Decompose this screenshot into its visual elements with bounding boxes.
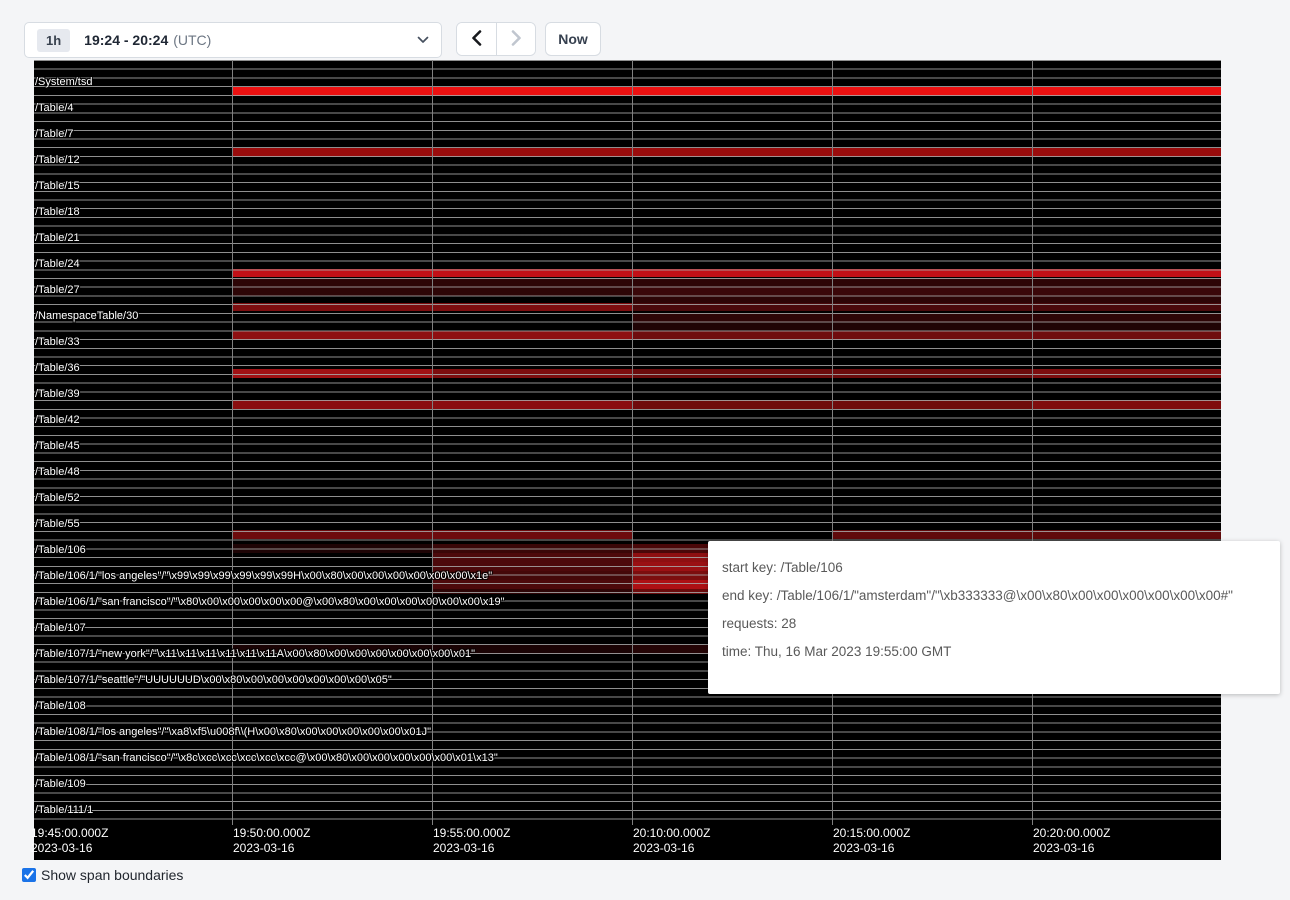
row-label: /Table/55 [35, 518, 80, 530]
heatmap-band [632, 322, 1221, 331]
time-nav-group [456, 22, 536, 56]
time-gridline [832, 60, 833, 825]
tooltip-start-key: start key: /Table/106 [722, 560, 1266, 575]
heatmap-band [632, 303, 1221, 311]
x-axis-label: 19:55:00.000Z2023-03-16 [433, 826, 510, 856]
heatmap-band [432, 369, 632, 378]
row-label: /NamespaceTable/30 [35, 310, 138, 322]
span-tooltip: start key: /Table/106 end key: /Table/10… [708, 541, 1280, 694]
toolbar: 1h 19:24 - 20:24 (UTC) Now [0, 0, 1290, 60]
show-span-boundaries-label: Show span boundaries [41, 867, 183, 883]
row-label: /Table/111/1 [35, 804, 93, 816]
x-axis-label: 20:10:00.000Z2023-03-16 [633, 826, 710, 856]
x-axis-label: 20:20:00.000Z2023-03-16 [1033, 826, 1110, 856]
x-axis-label: 20:15:00.000Z2023-03-16 [833, 826, 910, 856]
row-label: /Table/7 [35, 128, 74, 140]
heatmap-band [632, 296, 1221, 303]
now-button[interactable]: Now [545, 22, 601, 56]
show-span-boundaries-checkbox[interactable] [22, 868, 36, 882]
row-label: /Table/52 [35, 492, 80, 504]
heatmap-band [232, 369, 432, 378]
row-label: /Table/42 [35, 414, 80, 426]
row-label: /System/tsd [35, 76, 92, 88]
chevron-left-icon [471, 30, 482, 49]
timezone-label: (UTC) [173, 32, 211, 48]
row-label: /Table/106/1/"san francisco"/"\x80\x00\x… [35, 596, 505, 608]
x-axis-label: 19:50:00.000Z2023-03-16 [233, 826, 310, 856]
time-gridline [432, 60, 433, 825]
row-label: /Table/108/1/"san francisco"/"\x8c\xcc\x… [35, 752, 498, 764]
row-label: /Table/107/1/"seattle"/"UUUUUUD\x00\x80\… [35, 674, 392, 686]
heatmap-band [232, 544, 432, 553]
chevron-right-icon [511, 30, 522, 49]
tooltip-end-key: end key: /Table/106/1/"amsterdam"/"\xb33… [722, 588, 1266, 603]
row-label: /Table/48 [35, 466, 80, 478]
row-label: /Table/21 [35, 232, 80, 244]
row-label: /Table/18 [35, 206, 80, 218]
heatmap-band [232, 278, 1221, 287]
heatmap-band [432, 553, 632, 562]
row-label: /Table/106 [35, 544, 86, 556]
row-label: /Table/107 [35, 622, 86, 634]
heatmap-band [1032, 400, 1221, 409]
chevron-down-icon [417, 36, 429, 44]
next-time-button[interactable] [496, 23, 535, 55]
row-label: /Table/33 [35, 336, 80, 348]
heatmap-band [632, 287, 1221, 296]
heatmap-band [1032, 369, 1221, 378]
row-label: /Table/108/1/"los angeles"/"\xa8\xf5\u00… [35, 726, 431, 738]
heatmap-band [432, 589, 632, 594]
time-gridline [1032, 60, 1033, 825]
footer: Show span boundaries [22, 867, 183, 883]
row-label: /Table/15 [35, 180, 80, 192]
row-label: /Table/109 [35, 778, 86, 790]
heatmap-band [632, 331, 1221, 340]
row-label: /Table/107/1/"new york"/"\x11\x11\x11\x1… [35, 648, 475, 660]
time-range-select[interactable]: 1h 19:24 - 20:24 (UTC) [24, 22, 442, 58]
heatmap-band [832, 530, 1221, 539]
row-label: /Table/45 [35, 440, 80, 452]
row-label: /Table/106/1/"los angeles"/"\x99\x99\x99… [35, 570, 492, 582]
heatmap-plot: /System/tsd/Table/4/Table/7/Table/12/Tab… [34, 60, 1221, 825]
tooltip-time: time: Thu, 16 Mar 2023 19:55:00 GMT [722, 644, 1266, 659]
row-label: /Table/24 [35, 258, 80, 270]
row-label: /Table/4 [35, 102, 74, 114]
heatmap-band [232, 148, 1221, 157]
prev-time-button[interactable] [457, 23, 496, 55]
tooltip-requests: requests: 28 [722, 616, 1266, 631]
span-boundary-lines [34, 60, 1221, 825]
heatmap-band [432, 544, 632, 553]
time-gridline [632, 60, 633, 825]
time-gridline [232, 60, 233, 825]
row-label: /Table/108 [35, 700, 86, 712]
key-visualizer-canvas[interactable]: /System/tsd/Table/4/Table/7/Table/12/Tab… [34, 60, 1221, 860]
x-axis-label: 19:45:00.000Z2023-03-16 [31, 826, 108, 856]
heatmap-band [632, 313, 1221, 322]
row-label: /Table/39 [35, 388, 80, 400]
row-label: /Table/36 [35, 362, 80, 374]
heatmap-band [232, 269, 1221, 277]
time-range-label: 19:24 - 20:24 [84, 32, 168, 48]
heatmap-band [232, 87, 1221, 96]
row-label: /Table/27 [35, 284, 80, 296]
row-label: /Table/12 [35, 154, 80, 166]
time-preset-badge: 1h [37, 29, 70, 52]
